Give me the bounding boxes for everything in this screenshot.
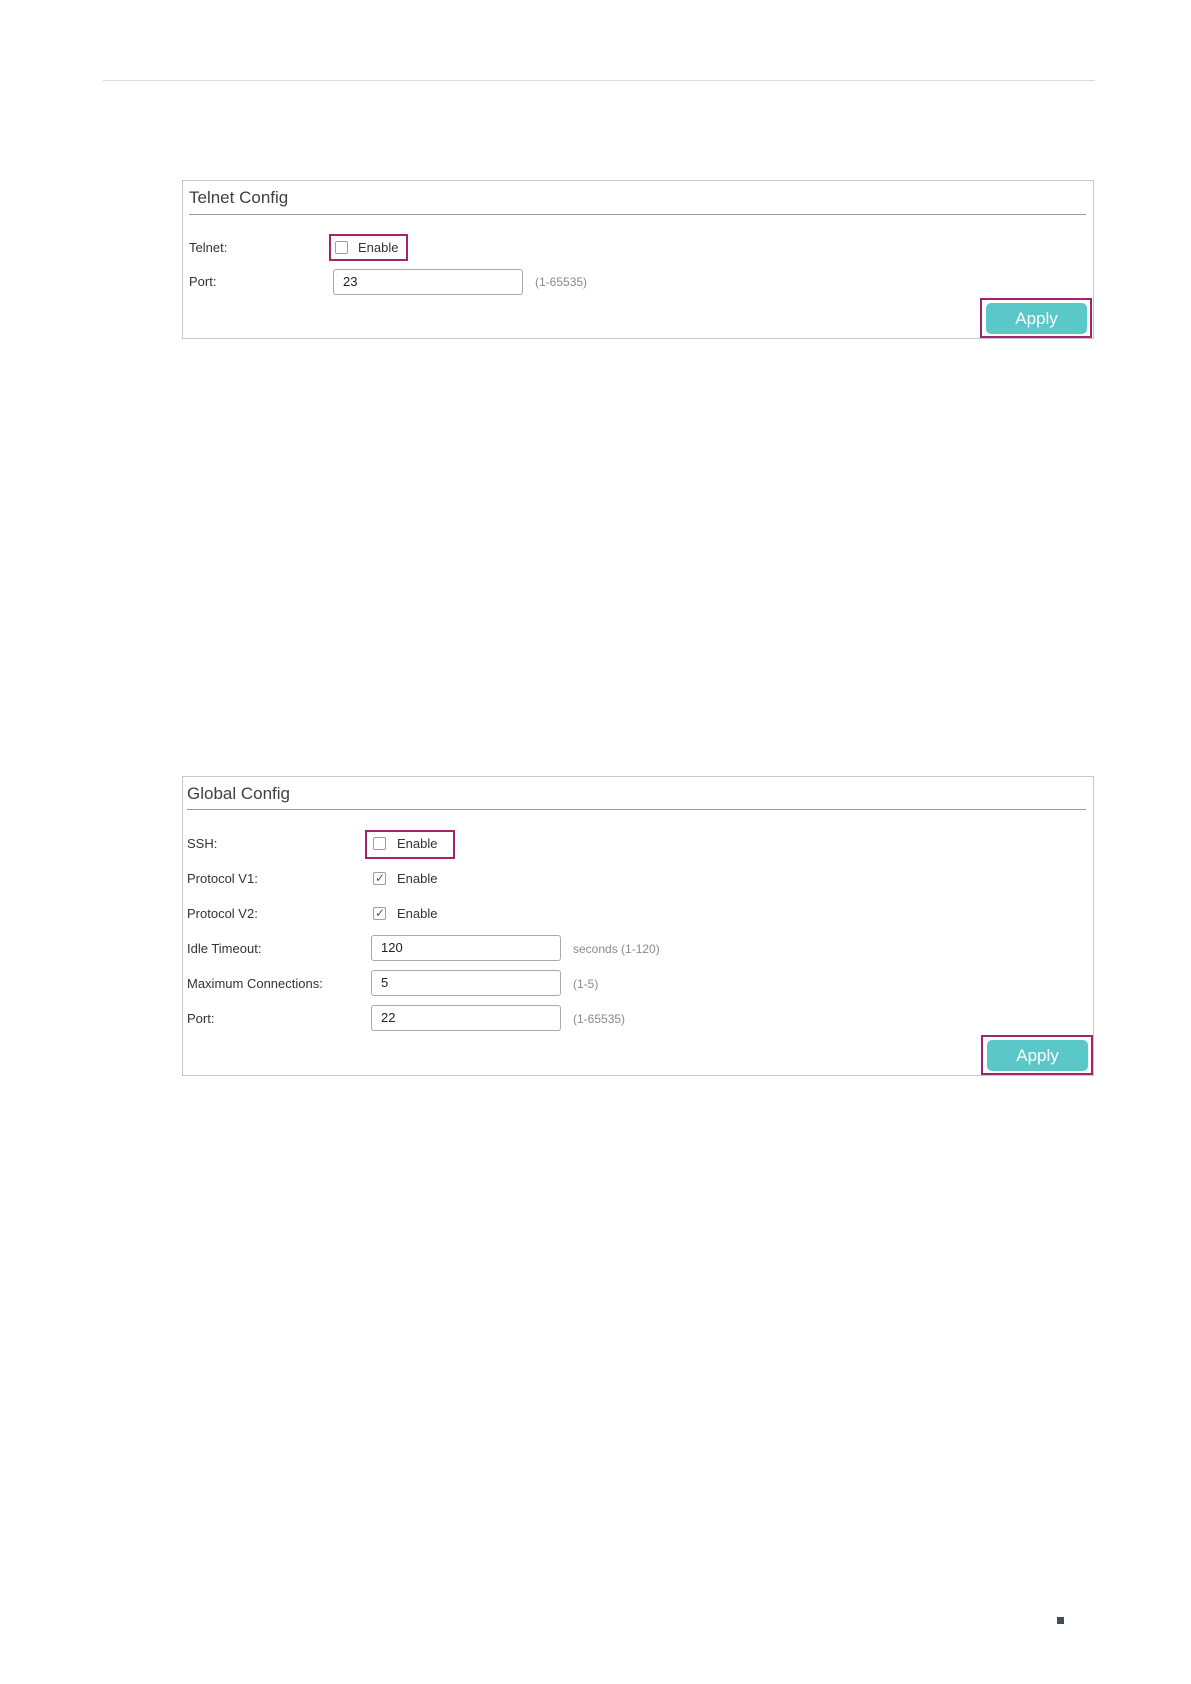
protocol-v2-enable-text: Enable <box>397 906 438 921</box>
max-connections-input[interactable]: 5 <box>371 970 561 996</box>
max-connections-hint: (1-5) <box>573 977 599 991</box>
ssh-port-label: Port: <box>187 1011 215 1026</box>
telnet-port-input[interactable]: 23 <box>333 269 523 295</box>
idle-timeout-input[interactable]: 120 <box>371 935 561 961</box>
ssh-port-hint: (1-65535) <box>573 1012 626 1026</box>
protocol-v1-enable-text: Enable <box>397 871 438 886</box>
page-marker <box>1057 1617 1064 1624</box>
telnet-enable-checkbox[interactable] <box>335 241 348 254</box>
global-config-panel: Global Config SSH: Enable Protocol V1: ✓… <box>182 776 1094 1076</box>
idle-timeout-hint: seconds (1-120) <box>573 942 660 956</box>
panel-divider <box>189 214 1086 215</box>
protocol-v1-checkbox[interactable]: ✓ <box>373 871 386 885</box>
telnet-label: Telnet: <box>189 240 228 255</box>
idle-timeout-label: Idle Timeout: <box>187 941 262 956</box>
telnet-config-panel: Telnet Config Telnet: Enable Port: 23 (1… <box>182 180 1094 339</box>
ssh-enable-text: Enable <box>397 836 438 851</box>
ssh-label: SSH: <box>187 836 218 851</box>
telnet-apply-button[interactable]: Apply <box>986 303 1087 334</box>
telnet-port-hint: (1-65535) <box>535 275 588 289</box>
ssh-enable-checkbox[interactable] <box>373 837 386 850</box>
protocol-v2-label: Protocol V2: <box>187 906 258 921</box>
panel-title: Telnet Config <box>189 188 289 207</box>
panel-title: Global Config <box>187 784 291 803</box>
max-connections-label: Maximum Connections: <box>187 976 323 991</box>
port-label: Port: <box>189 274 217 289</box>
protocol-v2-checkbox[interactable]: ✓ <box>373 906 386 920</box>
protocol-v1-label: Protocol V1: <box>187 871 258 886</box>
ssh-port-input[interactable]: 22 <box>371 1005 561 1031</box>
panel-divider <box>187 809 1086 810</box>
header-rule <box>103 80 1095 81</box>
checkmark-icon: ✓ <box>375 871 386 885</box>
checkmark-icon: ✓ <box>375 906 386 920</box>
global-apply-button[interactable]: Apply <box>987 1040 1088 1071</box>
telnet-enable-text: Enable <box>358 240 399 255</box>
